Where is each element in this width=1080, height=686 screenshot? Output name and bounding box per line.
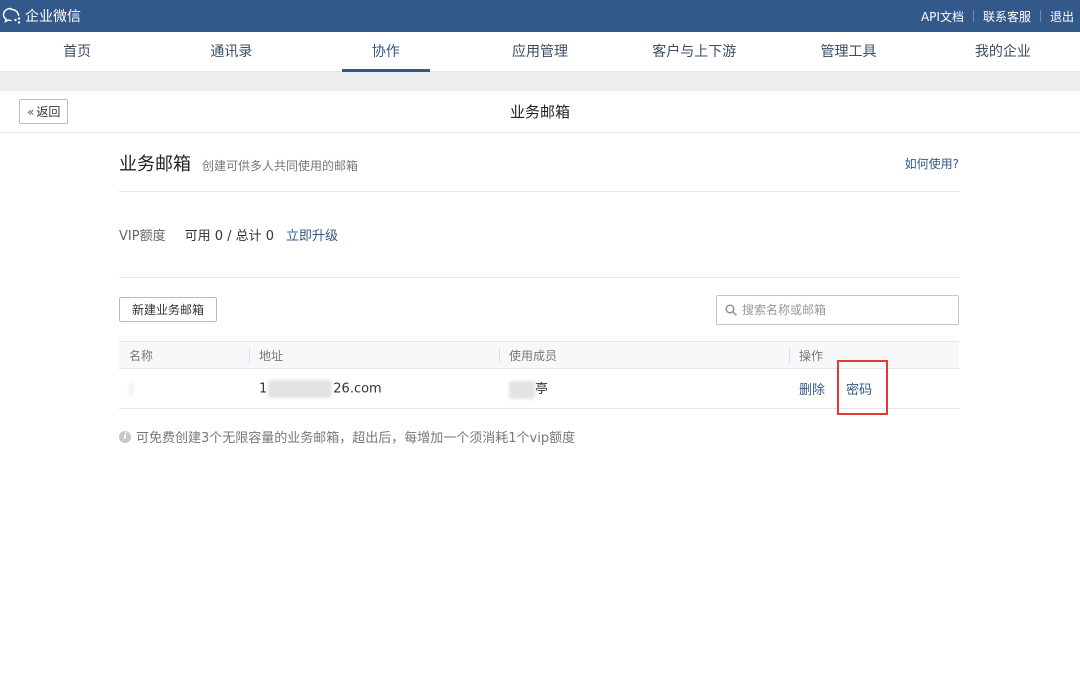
redacted-address	[268, 379, 333, 398]
search-icon	[725, 304, 737, 316]
tab-my-enterprise[interactable]: 我的企业	[926, 32, 1080, 71]
upgrade-link[interactable]: 立即升级	[286, 225, 338, 244]
brand-name: 企业微信	[25, 9, 81, 25]
section-description: 创建可供多人共同使用的邮箱	[202, 159, 359, 173]
toolbar: 新建业务邮箱	[119, 278, 959, 341]
divider	[1039, 10, 1041, 22]
quota-note: i 可免费创建3个无限容量的业务邮箱，超出后，每增加一个须消耗1个vip额度	[119, 427, 959, 446]
cell-actions: 删除 密码	[789, 360, 959, 415]
divider	[972, 10, 974, 22]
search-input[interactable]	[742, 302, 942, 317]
how-to-use-link[interactable]: 如何使用?	[905, 155, 959, 172]
table-row: 1 26.com 亭 删除 密码	[119, 360, 959, 415]
delete-link[interactable]: 删除	[799, 383, 825, 398]
cell-members: 亭	[499, 368, 789, 409]
highlight-box	[837, 360, 889, 415]
note-text: 可免费创建3个无限容量的业务邮箱，超出后，每增加一个须消耗1个vip额度	[136, 431, 576, 446]
vip-label: VIP额度	[119, 229, 166, 244]
page-title: 业务邮箱	[509, 103, 570, 121]
tab-home[interactable]: 首页	[0, 32, 154, 71]
double-chevron-left-icon: «	[27, 104, 35, 119]
vip-quota-row: VIP额度 可用 0 / 总计 0 立即升级	[119, 192, 959, 278]
tab-collaboration[interactable]: 协作	[309, 32, 463, 71]
vip-count: 可用 0 / 总计 0	[184, 229, 275, 244]
top-bar: 企业微信 API文档 联系客服 退出	[0, 0, 1080, 32]
table-header-row: 名称 地址 使用成员 操作	[119, 341, 959, 369]
section-title: 业务邮箱	[119, 154, 191, 175]
address-suffix: 26.com	[333, 381, 382, 396]
member-suffix: 亭	[535, 382, 549, 398]
top-links: API文档 联系客服 退出	[921, 8, 1074, 25]
tab-contacts[interactable]: 通讯录	[154, 32, 308, 71]
tab-app-management[interactable]: 应用管理	[463, 32, 617, 71]
info-icon: i	[119, 430, 131, 443]
cell-address: 1 26.com	[249, 368, 499, 409]
tab-management-tools[interactable]: 管理工具	[771, 32, 925, 71]
redacted-member	[509, 380, 535, 399]
section-header: 业务邮箱 创建可供多人共同使用的邮箱 如何使用?	[119, 133, 959, 192]
api-docs-link[interactable]: API文档	[921, 8, 964, 25]
back-label: 返回	[36, 105, 61, 119]
address-prefix: 1	[259, 381, 268, 396]
new-mailbox-button[interactable]: 新建业务邮箱	[119, 297, 218, 322]
main-content: 业务邮箱 创建可供多人共同使用的邮箱 如何使用? VIP额度 可用 0 / 总计…	[119, 133, 959, 446]
back-button[interactable]: « 返回	[19, 99, 69, 124]
chat-bubbles-icon	[2, 7, 21, 24]
password-action: 密码	[837, 360, 889, 415]
contact-support-link[interactable]: 联系客服	[983, 8, 1031, 25]
column-header-name: 名称	[119, 341, 249, 369]
separator-band	[0, 72, 1080, 91]
logout-link[interactable]: 退出	[1050, 8, 1074, 25]
column-header-address: 地址	[249, 341, 499, 369]
search-box[interactable]	[716, 294, 959, 325]
brand[interactable]: 企业微信	[2, 6, 81, 26]
main-nav: 首页 通讯录 协作 应用管理 客户与上下游 管理工具 我的企业	[0, 32, 1080, 72]
tab-customers[interactable]: 客户与上下游	[617, 32, 771, 71]
mailbox-table: 名称 地址 使用成员 操作 1 26.com 亭 删除 密码	[119, 341, 959, 415]
cell-name	[119, 368, 249, 409]
page-header: « 返回 业务邮箱	[0, 91, 1080, 133]
column-header-members: 使用成员	[499, 341, 789, 369]
redacted-name	[129, 381, 133, 396]
